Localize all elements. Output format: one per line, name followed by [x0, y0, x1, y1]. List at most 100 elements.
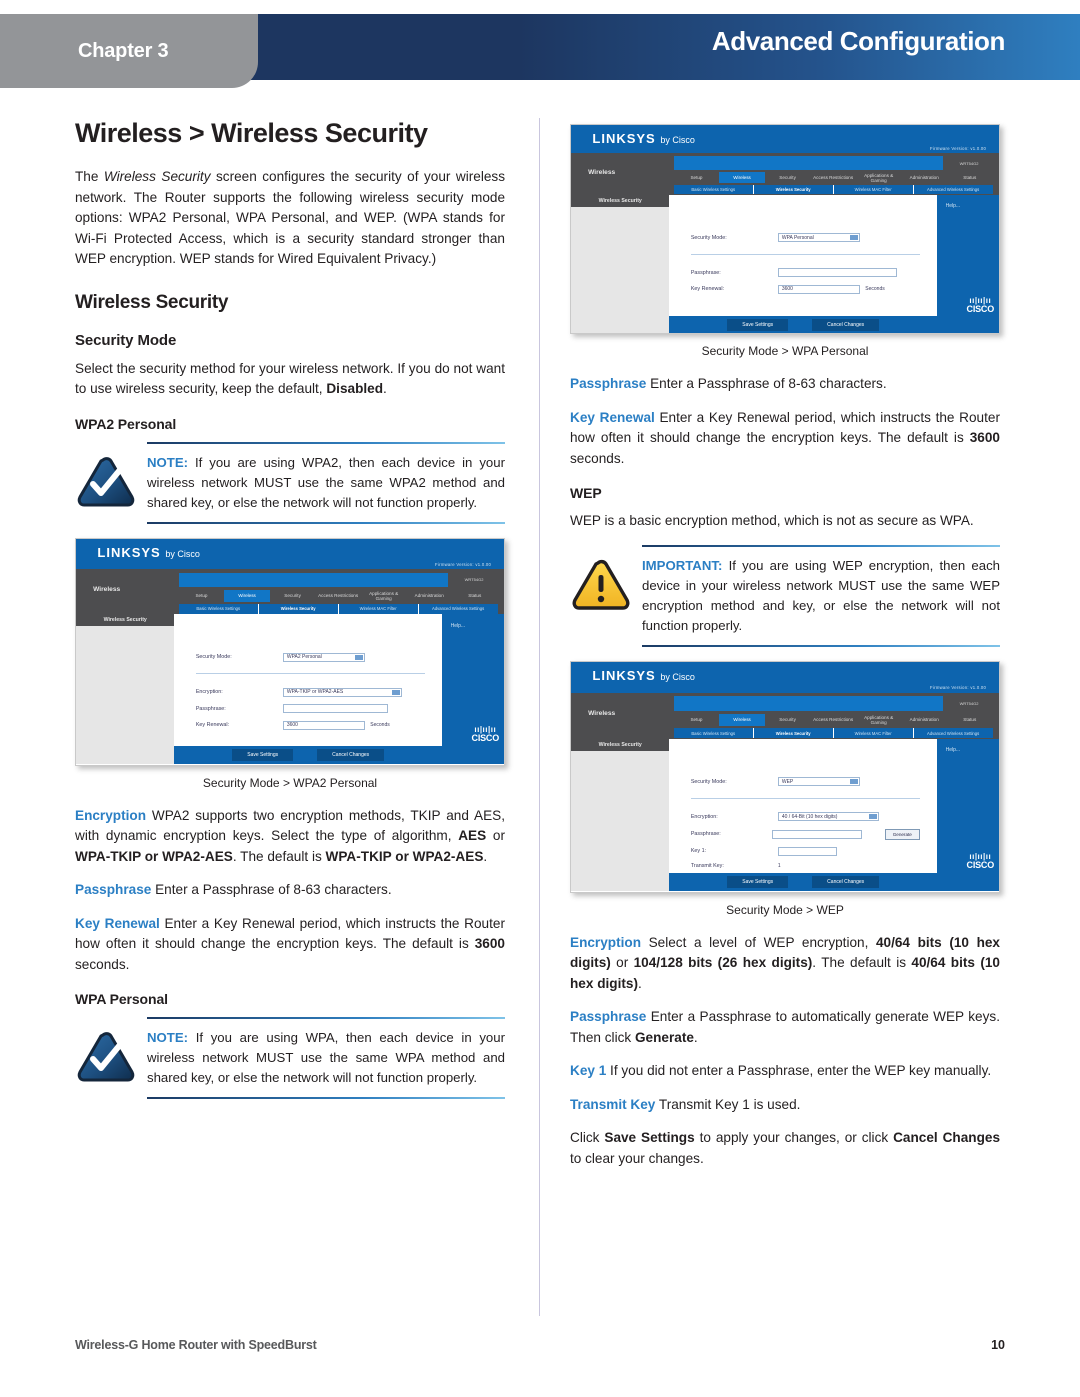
page-footer: Wireless-G Home Router with SpeedBurst 1…: [75, 1338, 1005, 1352]
router-tab-administration[interactable]: Administration: [406, 590, 452, 602]
subheading-security-mode: Security Mode: [75, 331, 177, 349]
router-help-panel: Help... ıı|ıı|ıı CISCO: [936, 194, 999, 333]
firmware-version: Firmware Version: v1.0.00: [930, 685, 987, 691]
router-subtab-advanced-wireless-settings[interactable]: Advanced Wireless Settings: [419, 604, 498, 614]
input-passphrase[interactable]: [777, 268, 897, 278]
router-tab-administration[interactable]: Administration: [901, 714, 947, 726]
router-save-settings-button[interactable]: Save Settings: [727, 876, 789, 889]
router-subtab-wireless-mac-filter[interactable]: Wireless MAC Filter: [339, 603, 419, 614]
router-subtab-row[interactable]: Basic Wireless Settings Wireless Securit…: [178, 603, 498, 614]
form-row-transmit-key: Transmit Key: 1: [691, 863, 920, 869]
subheading-wpa2-personal: WPA2 Personal: [75, 415, 177, 432]
select-encryption[interactable]: WPA-TKIP or WPA2-AES: [282, 687, 402, 697]
note-wpa-text: NOTE: If you are using WPA, then each de…: [147, 1019, 505, 1097]
generate-button[interactable]: Generate: [884, 828, 920, 840]
router-tab-wireless[interactable]: Wireless: [224, 589, 270, 602]
router-cancel-changes-button[interactable]: Cancel Changes: [812, 876, 880, 889]
router-cancel-changes-button[interactable]: Cancel Changes: [812, 318, 880, 331]
router-subtab-advanced-wireless-settings[interactable]: Advanced Wireless Settings: [914, 185, 993, 194]
caption-wpa2: Security Mode > WPA2 Personal: [202, 775, 378, 790]
router-subtab-advanced-wireless-settings[interactable]: Advanced Wireless Settings: [914, 728, 993, 738]
router-tab-security[interactable]: Security: [765, 172, 811, 183]
router-help-link[interactable]: Help...: [451, 623, 504, 629]
router-tab-wireless[interactable]: Wireless: [719, 713, 765, 726]
router-tab-row[interactable]: Setup Wireless Security Access Restricti…: [674, 713, 993, 726]
select-security-mode[interactable]: WPA Personal: [777, 233, 861, 243]
router-tab-applications-gaming[interactable]: Applications & Gaming: [361, 590, 407, 602]
input-passphrase[interactable]: [282, 704, 389, 714]
router-tab-security[interactable]: Security: [270, 590, 316, 602]
input-key-renewal[interactable]: 3600: [777, 284, 861, 294]
router-ui-wpa2: LINKSYS by Cisco Firmware Version: v1.0.…: [75, 537, 505, 766]
router-tab-administration[interactable]: Administration: [901, 172, 947, 183]
chapter-tab: Chapter 3: [0, 14, 258, 88]
value-transmit-key: 1: [777, 863, 781, 870]
router-cancel-changes-button[interactable]: Cancel Changes: [317, 749, 385, 762]
router-tab-applications-gaming[interactable]: Applications & Gaming: [856, 172, 902, 183]
term-passphrase: Passphrase: [570, 376, 647, 391]
chevron-down-icon[interactable]: [850, 779, 859, 785]
router-title-bar: [673, 696, 944, 711]
router-tab-setup[interactable]: Setup: [674, 714, 720, 726]
router-tab-setup[interactable]: Setup: [179, 590, 225, 602]
router-tab-row[interactable]: Setup Wireless Security Access Restricti…: [674, 172, 993, 184]
select-security-mode[interactable]: WEP: [777, 777, 861, 787]
form-row-key-renewal: Key Renewal: 3600 Seconds: [691, 284, 920, 294]
router-subtab-basic-wireless-settings[interactable]: Basic Wireless Settings: [674, 185, 754, 195]
router-subtab-wireless-mac-filter[interactable]: Wireless MAC Filter: [834, 185, 914, 195]
security-mode-paragraph: Select the security method for your wire…: [75, 359, 505, 400]
router-section-name: Wireless: [93, 586, 121, 594]
router-tab-status[interactable]: Status: [452, 590, 498, 602]
router-help-link[interactable]: Help...: [946, 747, 999, 753]
router-subtab-wireless-security[interactable]: Wireless Security: [754, 185, 834, 195]
router-sidebar: Wireless Security: [76, 614, 175, 765]
input-key1[interactable]: [777, 846, 838, 856]
page-title: Wireless > Wireless Security: [75, 118, 428, 148]
select-security-mode[interactable]: WPA2 Personal: [282, 652, 366, 662]
note-label: NOTE:: [147, 1030, 189, 1045]
router-save-settings-button[interactable]: Save Settings: [232, 749, 294, 762]
caption-wpa: Security Mode > WPA Personal: [701, 344, 869, 358]
input-key-renewal[interactable]: 3600: [282, 720, 366, 730]
router-subtab-wireless-security[interactable]: Wireless Security: [259, 603, 339, 614]
router-tab-row[interactable]: Setup Wireless Security Access Restricti…: [179, 589, 498, 602]
router-nav-band: Wireless WRT54G2 Setup Wireless Security…: [571, 692, 999, 739]
label-passphrase: Passphrase:: [195, 705, 226, 712]
router-subtab-wireless-security[interactable]: Wireless Security: [754, 727, 834, 739]
right-column: LINKSYS by Cisco Firmware Version: v1.0.…: [570, 118, 1000, 1169]
router-tab-wireless[interactable]: Wireless: [719, 172, 765, 184]
note-label: NOTE:: [147, 454, 189, 470]
select-encryption[interactable]: 40 / 64-Bit (10 hex digits): [777, 812, 879, 822]
form-row-encryption: Encryption: WPA-TKIP or WPA2-AES: [196, 687, 425, 697]
router-tab-setup[interactable]: Setup: [674, 172, 720, 183]
router-subtab-wireless-mac-filter[interactable]: Wireless MAC Filter: [834, 727, 914, 739]
router-tab-access-restrictions[interactable]: Access Restrictions: [810, 172, 856, 183]
router-subtab-basic-wireless-settings[interactable]: Basic Wireless Settings: [179, 603, 259, 614]
router-subtab-row[interactable]: Basic Wireless Settings Wireless Securit…: [673, 727, 993, 739]
router-tab-status[interactable]: Status: [947, 172, 993, 183]
chevron-down-icon[interactable]: [868, 814, 877, 820]
important-callout-wep: IMPORTANT: If you are using WEP encrypti…: [570, 544, 1000, 647]
router-form-wpa2: Security Mode: WPA2 Personal Encryption:…: [174, 614, 442, 765]
router-tab-security[interactable]: Security: [765, 714, 811, 726]
chevron-down-icon[interactable]: [850, 235, 859, 241]
note-callout-wpa: NOTE: If you are using WPA, then each de…: [75, 1017, 505, 1099]
chevron-down-icon[interactable]: [355, 654, 364, 660]
label-seconds: Seconds: [370, 722, 390, 729]
chevron-down-icon[interactable]: [391, 689, 400, 695]
passphrase-paragraph-left: Passphrase Enter a Passphrase of 8-63 ch…: [75, 882, 392, 897]
router-tab-status[interactable]: Status: [947, 714, 993, 726]
router-tab-access-restrictions[interactable]: Access Restrictions: [315, 590, 361, 602]
term-encryption: Encryption: [570, 934, 641, 950]
form-divider: [195, 673, 425, 675]
router-subtab-row[interactable]: Basic Wireless Settings Wireless Securit…: [673, 185, 993, 195]
input-passphrase[interactable]: [771, 829, 862, 839]
router-subtab-basic-wireless-settings[interactable]: Basic Wireless Settings: [674, 727, 754, 739]
linksys-logo: LINKSYS by Cisco: [97, 545, 200, 561]
cisco-logo: ıı|ıı|ıı CISCO: [966, 852, 995, 871]
router-save-settings-button[interactable]: Save Settings: [727, 318, 789, 331]
intro-text-a: The: [75, 169, 104, 184]
router-tab-access-restrictions[interactable]: Access Restrictions: [810, 714, 856, 726]
router-tab-applications-gaming[interactable]: Applications & Gaming: [856, 714, 902, 726]
router-help-link[interactable]: Help...: [946, 203, 999, 209]
